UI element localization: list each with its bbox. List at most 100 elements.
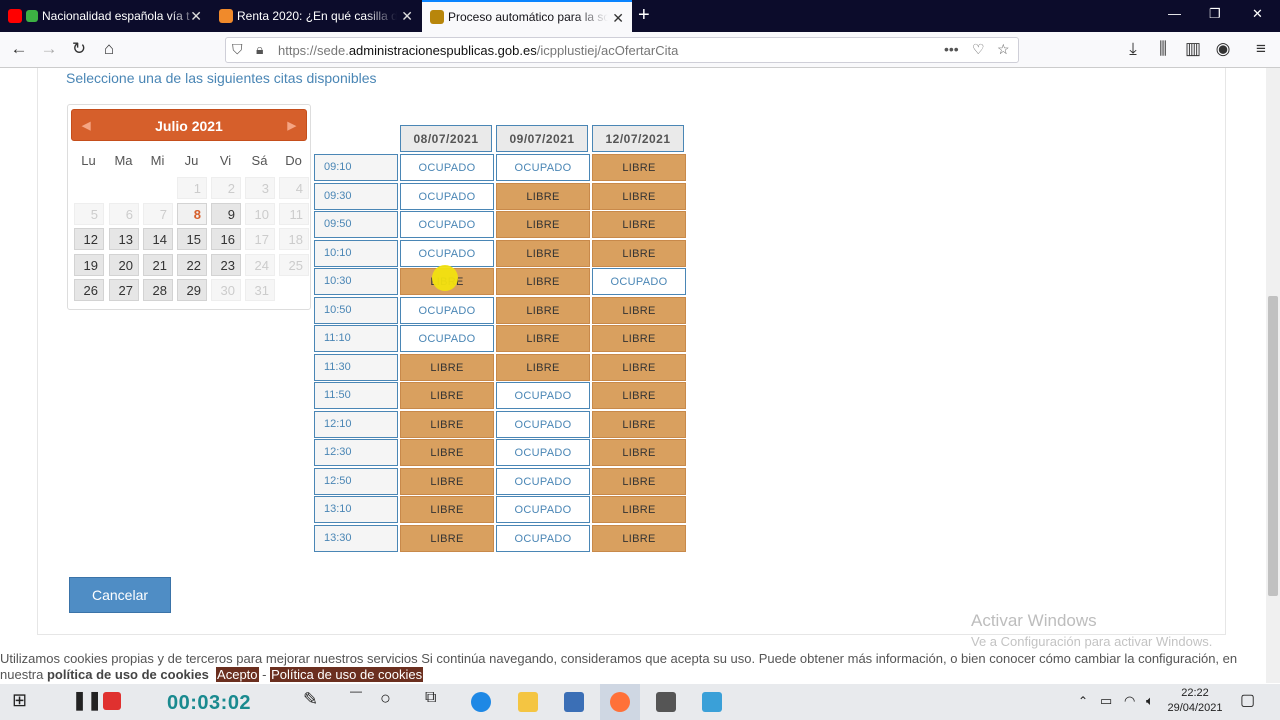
prev-month-icon[interactable]: ◀ [82, 110, 90, 142]
menu-icon[interactable]: ≡ [1250, 39, 1272, 59]
back-icon[interactable]: ← [8, 39, 30, 59]
calendar-day[interactable]: 8 [177, 202, 207, 225]
search-circle-icon[interactable]: ○ [380, 688, 400, 708]
firefox-icon[interactable] [610, 692, 630, 712]
slot-libre[interactable]: LIBRE [592, 325, 686, 352]
windows-start-icon[interactable]: ⊞ [12, 690, 32, 710]
slot-libre[interactable]: LIBRE [592, 496, 686, 523]
sidebar-icon[interactable]: ▥ [1182, 39, 1204, 59]
edge-icon[interactable] [471, 692, 491, 712]
wifi-icon[interactable]: ◠ [1124, 693, 1144, 713]
calendar-day[interactable]: 15 [177, 228, 207, 250]
calendar-day[interactable]: 16 [211, 228, 241, 250]
calendar-day[interactable]: 23 [211, 253, 241, 276]
slot-libre[interactable]: LIBRE [592, 439, 686, 466]
cancel-button[interactable]: Cancelar [69, 577, 171, 613]
home-icon[interactable]: ⌂ [98, 39, 120, 59]
slot-libre[interactable]: LIBRE [592, 239, 686, 267]
library-icon[interactable]: ⫼ [1152, 39, 1174, 59]
calendar-day[interactable]: 13 [109, 228, 139, 250]
system-clock[interactable]: 22:22 29/04/2021 [1166, 686, 1224, 716]
slot-libre[interactable]: LIBRE [496, 325, 590, 352]
file-explorer-icon[interactable] [518, 692, 538, 712]
pen-icon[interactable]: ✎ [303, 689, 323, 709]
calendar-day[interactable]: 12 [74, 228, 104, 250]
accept-cookies-button[interactable]: Acepto [216, 667, 259, 682]
pocket-icon[interactable]: ♡ [972, 41, 985, 58]
weekday-label: Ju [184, 153, 199, 168]
slot-libre[interactable]: LIBRE [496, 268, 590, 295]
slot-libre[interactable]: LIBRE [592, 182, 686, 210]
recorder-app-icon[interactable] [702, 692, 722, 712]
calendar-day[interactable]: 19 [74, 253, 104, 276]
minimize-icon[interactable]: — [1168, 6, 1181, 21]
restore-icon[interactable]: ❐ [1209, 6, 1221, 22]
slot-libre[interactable]: LIBRE [496, 353, 590, 381]
slot-libre[interactable]: LIBRE [400, 382, 494, 409]
stop-record-icon[interactable] [103, 692, 121, 710]
tab-2[interactable]: Renta 2020: ¿En qué casilla de l ✕ [211, 0, 421, 32]
calendar-day[interactable]: 9 [211, 202, 241, 225]
slot-libre[interactable]: LIBRE [496, 211, 590, 238]
slot-libre[interactable]: LIBRE [400, 353, 494, 381]
bookmark-star-icon[interactable]: ☆ [997, 41, 1010, 58]
slot-libre[interactable]: LIBRE [496, 296, 590, 324]
new-tab-icon[interactable]: + [638, 4, 650, 27]
slot-libre[interactable]: LIBRE [592, 410, 686, 438]
forward-icon[interactable]: → [38, 39, 60, 59]
slot-libre[interactable]: LIBRE [400, 524, 494, 552]
slot-libre[interactable]: LIBRE [400, 439, 494, 466]
calendar-day[interactable]: 14 [143, 228, 173, 250]
slot-libre[interactable]: LIBRE [592, 154, 686, 181]
scrollbar-thumb[interactable] [1268, 296, 1278, 596]
calendar-day[interactable]: 21 [143, 253, 173, 276]
slot-libre[interactable]: LIBRE [592, 524, 686, 552]
slot-libre[interactable]: LIBRE [400, 410, 494, 438]
chevron-up-icon[interactable]: ⌃ [1078, 694, 1098, 714]
minimize-recorder-icon[interactable]: — [350, 684, 370, 704]
slot-libre[interactable]: LIBRE [496, 239, 590, 267]
next-month-icon[interactable]: ▶ [288, 110, 296, 142]
calendar-day: 18 [279, 228, 309, 250]
calendar-day: 25 [279, 253, 309, 276]
slot-libre[interactable]: LIBRE [592, 296, 686, 324]
volume-icon[interactable]: 🔈︎ [1146, 693, 1166, 713]
store-icon[interactable] [564, 692, 584, 712]
check-icon [26, 10, 38, 22]
close-icon[interactable]: ✕ [401, 8, 413, 25]
notifications-icon[interactable]: ▢ [1240, 690, 1260, 710]
scrollbar[interactable] [1266, 68, 1280, 683]
address-bar[interactable]: ⛉ 🔒︎ https://sede.administracionespublic… [225, 37, 1019, 63]
tab-3-active[interactable]: Proceso automático para la soli ✕ [422, 0, 632, 32]
slot-libre[interactable]: LIBRE [592, 353, 686, 381]
task-view-icon[interactable]: ⧉ [425, 689, 445, 709]
slot-libre[interactable]: LIBRE [592, 382, 686, 409]
cookie-policy-bold[interactable]: política de uso de cookies [47, 667, 209, 682]
calendar-day[interactable]: 26 [74, 279, 104, 301]
tab-1[interactable]: Nacionalidad española vía t ✕ [0, 0, 210, 32]
slot-libre[interactable]: LIBRE [400, 496, 494, 523]
calculator-icon[interactable] [656, 692, 676, 712]
shield-icon[interactable]: ⛉ [232, 41, 243, 58]
pause-icon[interactable]: ❚❚ [72, 690, 102, 710]
more-icon[interactable]: ••• [944, 41, 959, 57]
calendar-day[interactable]: 29 [177, 279, 207, 301]
lock-icon[interactable]: 🔒︎ [256, 41, 263, 58]
account-icon[interactable]: ◉ [1212, 39, 1234, 59]
close-icon[interactable]: ✕ [612, 10, 624, 27]
slot-libre[interactable]: LIBRE [592, 211, 686, 238]
downloads-icon[interactable]: ⤓ [1122, 39, 1144, 59]
slot-libre[interactable]: LIBRE [496, 182, 590, 210]
calendar-day[interactable]: 22 [177, 253, 207, 276]
slot-ocupado: OCUPADO [400, 296, 494, 324]
slot-libre[interactable]: LIBRE [400, 467, 494, 495]
cookie-policy-link[interactable]: Política de uso de cookies [270, 667, 424, 682]
calendar-day[interactable]: 28 [143, 279, 173, 301]
calendar-day[interactable]: 20 [109, 253, 139, 276]
calendar-day[interactable]: 27 [109, 279, 139, 301]
close-icon[interactable]: ✕ [190, 8, 202, 25]
battery-icon[interactable]: ▭ [1100, 693, 1120, 713]
reload-icon[interactable]: ↻ [68, 39, 90, 59]
window-close-icon[interactable]: ✕ [1252, 6, 1263, 22]
slot-libre[interactable]: LIBRE [592, 467, 686, 495]
